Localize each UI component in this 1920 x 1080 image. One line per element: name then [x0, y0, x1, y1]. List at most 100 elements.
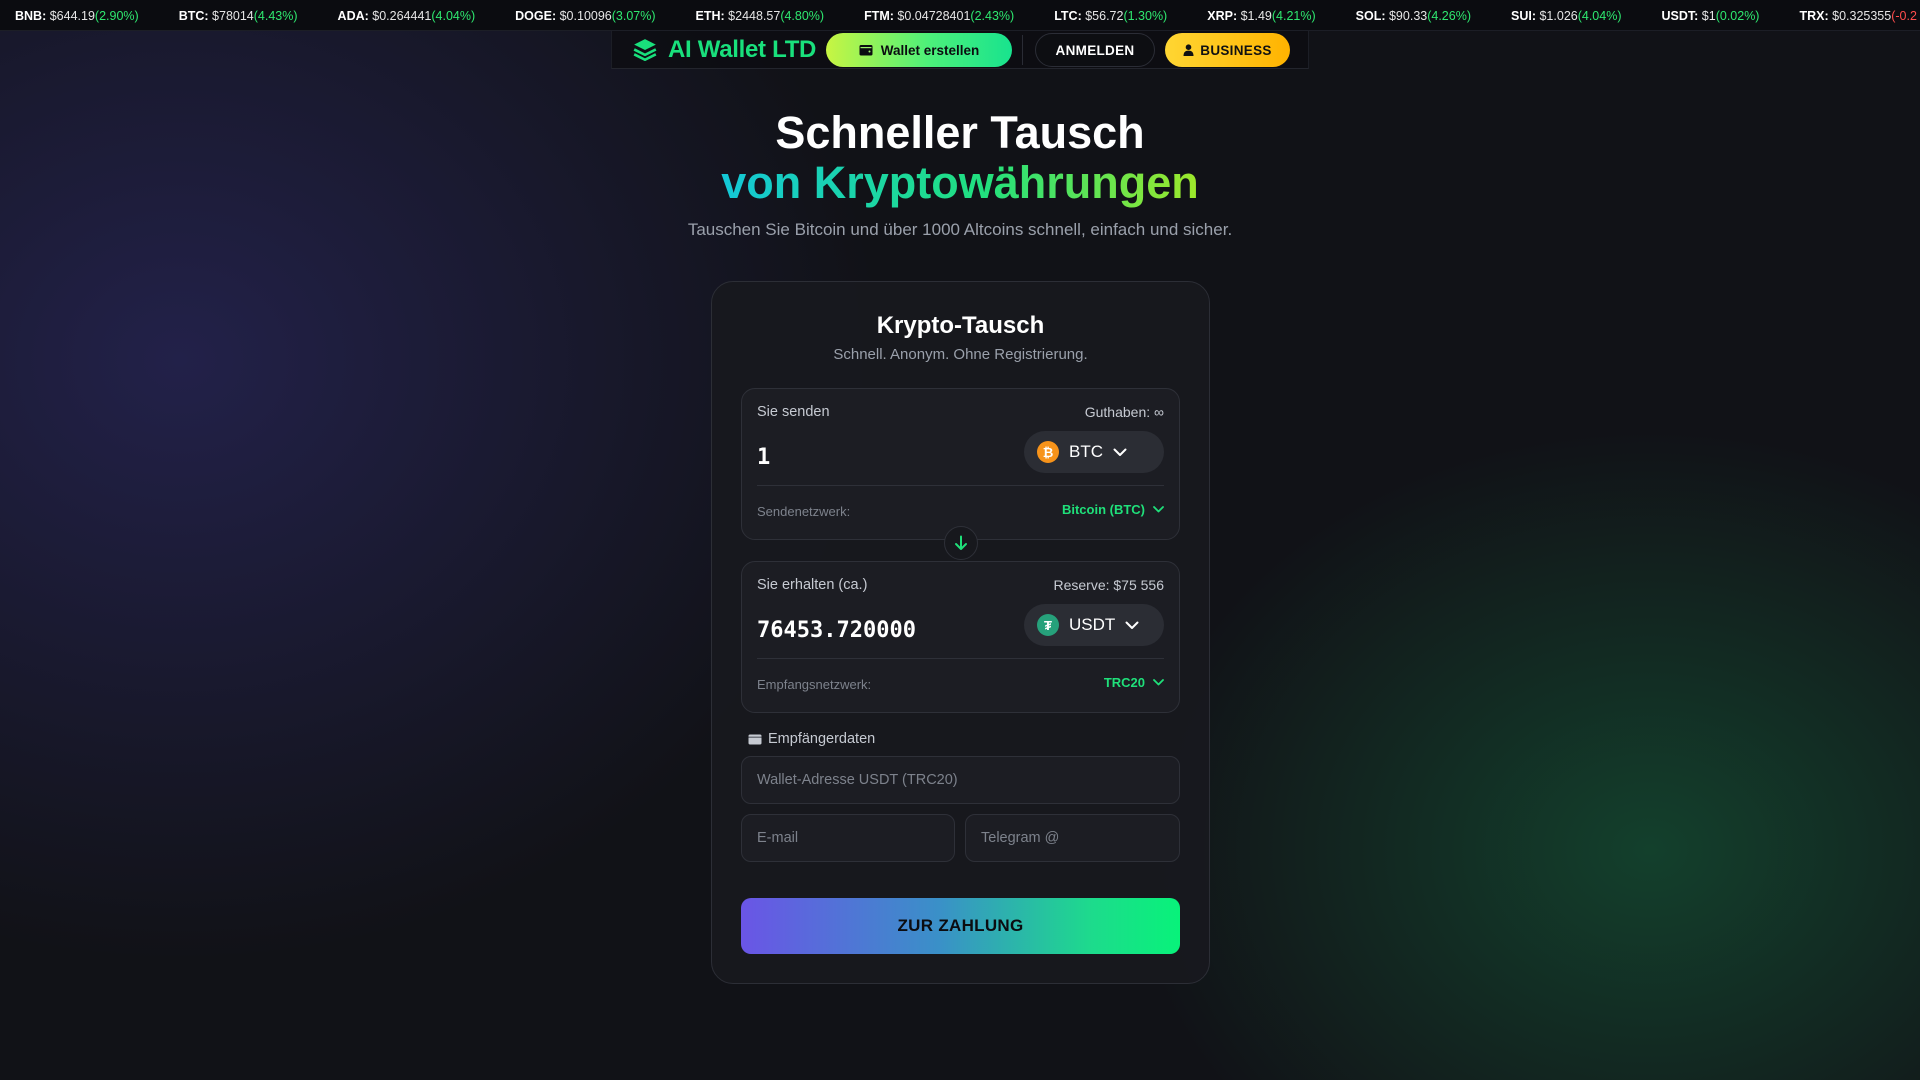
proceed-to-payment-button[interactable]: ZUR ZAHLUNG: [741, 898, 1180, 954]
logo[interactable]: AI Wallet LTD: [632, 36, 816, 64]
ticker-item: ADA: $0.264441(4.04%): [338, 9, 476, 23]
ticker-item: BNB: $644.19(2.90%): [15, 9, 139, 23]
ticker-symbol: SUI: [1511, 8, 1532, 23]
exchange-subtitle: Schnell. Anonym. Ohne Registrierung.: [833, 346, 1088, 363]
chevron-down-icon: [1153, 679, 1164, 686]
nav-divider: [1022, 35, 1023, 65]
send-network-label: Sendenetzwerk:: [757, 504, 851, 519]
chevron-down-icon: [1153, 506, 1164, 513]
ticker-price: $90.33: [1388, 8, 1428, 23]
ticker-separator: :: [1694, 8, 1702, 23]
recipient-section-label: Empfängerdaten: [748, 731, 875, 747]
ticker-symbol: TRX: [1799, 8, 1825, 23]
chevron-down-icon: [1125, 621, 1139, 629]
ticker-symbol: XRP: [1207, 8, 1233, 23]
ticker-track: BNB: $644.19(2.90%) BTC: $78014(4.43%) ADA…: [0, 0, 1920, 30]
navbar: AI Wallet LTD Wallet erstellen ANMELDEN …: [611, 31, 1309, 69]
chevron-down-icon: [1113, 448, 1127, 456]
ticker-change: (4.26%): [1427, 8, 1471, 23]
recipient-label-text: Empfängerdaten: [768, 731, 876, 747]
hero-title-highlight-text: von Kryptowährungen: [721, 157, 1199, 208]
wallet-address-input[interactable]: [741, 756, 1180, 804]
exchange-title: Krypto-Tausch: [876, 312, 1045, 339]
ticker-item: BTC: $78014(4.43%): [179, 9, 298, 23]
receive-amount-output[interactable]: [757, 612, 1007, 648]
ticker-price: $1.49: [1240, 8, 1272, 23]
ticker-price: $78014: [212, 8, 254, 23]
ticker-symbol: ETH: [695, 8, 721, 23]
ticker-symbol: BTC: [178, 8, 205, 23]
business-button[interactable]: BUSINESS: [1165, 33, 1290, 67]
ticker-symbol: DOGE: [515, 8, 552, 23]
ticker-change: (-0.2: [1891, 8, 1917, 23]
ticker-price: $0.10096: [559, 8, 612, 23]
send-amount-input[interactable]: [757, 439, 1007, 475]
hero-title: Schneller Tausch: [775, 107, 1145, 158]
ticker-price: $1.026: [1539, 8, 1578, 23]
receive-divider: [757, 658, 1164, 659]
ticker-item: LTC: $56.72(1.30%): [1054, 9, 1167, 23]
telegram-input[interactable]: [965, 814, 1180, 862]
ticker-change: (2.90%): [94, 8, 139, 23]
send-network-value: Bitcoin (BTC): [1061, 502, 1145, 517]
ticker-change: (4.21%): [1271, 8, 1316, 23]
send-network-select[interactable]: Bitcoin (BTC): [1062, 502, 1164, 517]
ticker-symbol: USDT: [1661, 8, 1695, 23]
create-wallet-button[interactable]: Wallet erstellen: [826, 33, 1012, 67]
business-label: BUSINESS: [1200, 42, 1272, 58]
hero-title-highlight: von Kryptowährungen: [0, 158, 1920, 208]
ticker-separator: :: [551, 8, 560, 23]
ticker-item: DOGE: $0.10096(3.07%): [515, 9, 655, 23]
create-wallet-label: Wallet erstellen: [880, 42, 980, 58]
receive-network-value: TRC20: [1103, 675, 1145, 690]
receive-network-select[interactable]: TRC20: [1104, 675, 1164, 690]
wallet-icon: [859, 45, 873, 56]
send-panel: Sie senden Guthaben: ∞ ₿ BTC Sendenetzwe…: [741, 388, 1180, 540]
ticker-separator: :: [204, 8, 213, 23]
send-coin-label: BTC: [1069, 442, 1103, 461]
ticker-item: FTM: $0.04728401(2.43%): [864, 9, 1014, 23]
card-icon: [748, 734, 762, 744]
login-button[interactable]: ANMELDEN: [1035, 33, 1155, 67]
send-coin-select[interactable]: ₿ BTC: [1024, 431, 1164, 473]
ticker-price: $2448.57: [728, 8, 781, 23]
ticker-change: (4.04%): [1577, 8, 1622, 23]
arrow-down-icon: [955, 535, 967, 550]
ticker-change: (1.30%): [1123, 8, 1168, 23]
receive-label: Sie erhalten (ca.): [757, 577, 868, 593]
receive-coin-label: USDT: [1069, 615, 1116, 634]
ticker-change: (3.07%): [611, 8, 656, 23]
bitcoin-icon: ₿: [1037, 441, 1059, 463]
ticker-price: $0.04728401: [897, 8, 971, 23]
user-icon: [1183, 44, 1194, 56]
ticker-price: $0.325355: [1832, 8, 1892, 23]
ticker-symbol: ADA: [337, 8, 365, 23]
ticker-price: $644.19: [49, 8, 95, 23]
receive-network-label: Empfangsnetzwerk:: [757, 677, 872, 692]
swap-direction-button[interactable]: [944, 526, 978, 560]
ticker-change: (2.43%): [970, 8, 1015, 23]
ticker-separator: :: [1824, 8, 1833, 23]
hero-subtitle: Tauschen Sie Bitcoin und über 1000 Altco…: [687, 220, 1233, 239]
reserve-text: Reserve: $75 556: [1053, 577, 1164, 593]
email-input[interactable]: [741, 814, 955, 862]
ticker-symbol: SOL: [1355, 8, 1382, 23]
receive-panel: Sie erhalten (ca.) Reserve: $75 556 ₮ US…: [741, 561, 1180, 713]
price-ticker: BNB: $644.19(2.90%) BTC: $78014(4.43%) ADA…: [0, 0, 1920, 31]
ticker-item: SUI: $1.026(4.04%): [1511, 9, 1622, 23]
ticker-item: TRX: $0.325355(-0.2: [1799, 9, 1916, 23]
ticker-symbol: LTC: [1054, 8, 1078, 23]
ticker-item: SOL: $90.33(4.26%): [1356, 9, 1471, 23]
ticker-change: (4.04%): [431, 8, 476, 23]
ticker-symbol: FTM: [864, 8, 890, 23]
send-divider: [757, 485, 1164, 486]
ticker-symbol: BNB: [15, 8, 43, 23]
ticker-item: ETH: $2448.57(4.80%): [696, 9, 825, 23]
ticker-price: $1: [1701, 8, 1716, 23]
exchange-card: Krypto-Tausch Schnell. Anonym. Ohne Regi…: [711, 281, 1210, 984]
ticker-separator: :: [1232, 8, 1241, 23]
ticker-change: (0.02%): [1715, 8, 1760, 23]
layers-icon: [633, 39, 657, 62]
ticker-change: (4.43%): [253, 8, 298, 23]
receive-coin-select[interactable]: ₮ USDT: [1024, 604, 1164, 646]
